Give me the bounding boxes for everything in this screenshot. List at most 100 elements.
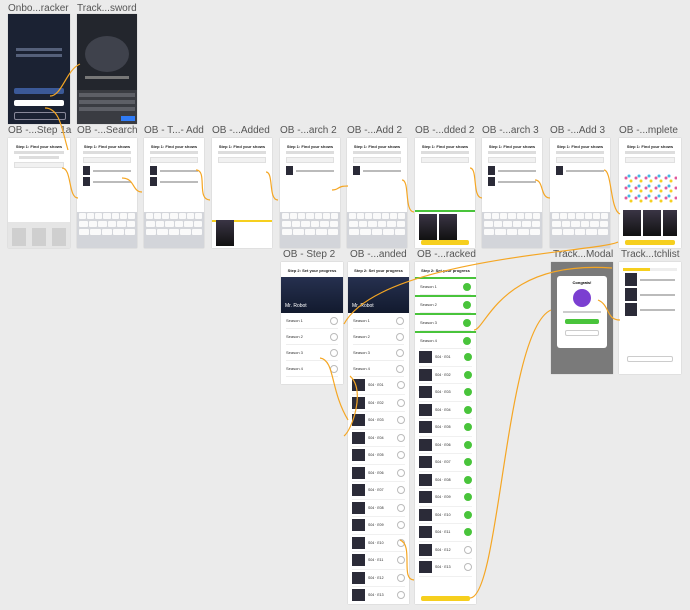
episode-check-icon[interactable] <box>397 398 405 407</box>
search-field[interactable] <box>83 157 131 163</box>
search-field[interactable] <box>150 157 198 163</box>
add-shows-button[interactable] <box>627 356 673 362</box>
episode-row[interactable]: S04 · E13 <box>419 559 472 577</box>
search-field[interactable] <box>488 157 536 163</box>
episode-check-icon[interactable] <box>397 468 405 477</box>
episode-check-icon[interactable] <box>464 493 472 502</box>
keyboard[interactable] <box>347 212 407 248</box>
season-row[interactable]: Season 2 <box>353 329 404 345</box>
episode-check-icon[interactable] <box>397 573 405 582</box>
season-row[interactable]: Season 3 <box>353 345 404 361</box>
keyboard[interactable] <box>77 212 137 248</box>
frame-ob-step2[interactable]: Step 2: Set your progress Mr. Robot Seas… <box>281 262 343 384</box>
frame-ob-complete[interactable]: Step 1: Find your shows <box>619 138 681 248</box>
search-field[interactable] <box>625 157 675 163</box>
modal-secondary-button[interactable] <box>565 330 599 336</box>
keyboard[interactable] <box>482 212 542 248</box>
episode-row[interactable]: S04 · E12 <box>352 570 405 587</box>
frame-ob-anded[interactable]: Step 2: Set your progress Mr. Robot Seas… <box>348 262 409 604</box>
episode-row[interactable]: S04 · E04 <box>419 402 472 419</box>
email-signup-button[interactable] <box>14 112 66 120</box>
season-row[interactable]: Season 1 <box>353 313 404 329</box>
episode-row[interactable]: S04 · E11 <box>352 552 405 570</box>
episode-row[interactable]: S04 · E03 <box>419 384 472 402</box>
episode-row[interactable]: S04 · E01 <box>419 349 472 367</box>
episode-check-icon[interactable] <box>464 475 472 484</box>
episode-row[interactable]: S04 · E10 <box>419 507 472 524</box>
season-row[interactable]: Season 4 <box>353 361 404 377</box>
episode-row[interactable]: S04 · E09 <box>419 489 472 507</box>
season-row[interactable]: Season 4 <box>286 361 338 377</box>
apple-signin-button[interactable] <box>14 100 64 106</box>
frame-ob-add3[interactable]: Step 1: Find your shows <box>550 138 610 248</box>
episode-row[interactable]: S04 · E11 <box>419 524 472 542</box>
episode-row[interactable]: S04 · E09 <box>352 517 405 535</box>
episode-check-icon[interactable] <box>464 563 472 572</box>
modal-primary-button[interactable] <box>565 319 599 324</box>
episode-check-icon[interactable] <box>464 423 472 432</box>
facebook-signup-button[interactable] <box>14 88 64 94</box>
season-row[interactable]: Season 3 <box>286 345 338 361</box>
episode-check-icon[interactable] <box>397 451 405 460</box>
search-field[interactable] <box>218 157 266 163</box>
episode-row[interactable]: S04 · E08 <box>419 472 472 489</box>
frame-track-watchlist[interactable] <box>619 262 681 374</box>
season-row[interactable]: Season 1 <box>286 313 338 329</box>
episode-row[interactable]: S04 · E02 <box>419 367 472 384</box>
frame-onboarding-tracker[interactable] <box>8 14 70 124</box>
episode-check-icon[interactable] <box>464 458 472 467</box>
episode-check-icon[interactable] <box>397 556 405 565</box>
episode-row[interactable]: S04 · E06 <box>419 437 472 454</box>
frame-ob-step1a[interactable]: Step 1: Find your shows <box>8 138 70 248</box>
episode-check-icon[interactable] <box>464 528 472 537</box>
keyboard[interactable] <box>280 212 340 248</box>
frame-track-modal[interactable]: Congrats! <box>551 262 613 374</box>
keyboard[interactable] <box>550 212 610 248</box>
episode-check-icon[interactable] <box>464 388 472 397</box>
season-row[interactable]: Season 2 <box>420 297 471 313</box>
frame-ob-t-add[interactable]: Step 1: Find your shows <box>144 138 204 248</box>
search-field[interactable] <box>556 157 604 163</box>
season-row[interactable]: Season 3 <box>420 315 471 331</box>
episode-check-icon[interactable] <box>397 521 405 530</box>
episode-row[interactable]: S04 · E05 <box>352 447 405 465</box>
frame-track-password[interactable] <box>77 14 137 124</box>
episode-row[interactable]: S04 · E08 <box>352 500 405 517</box>
episode-row[interactable]: S04 · E13 <box>352 587 405 604</box>
continue-button[interactable] <box>421 240 469 245</box>
frame-ob-added[interactable]: Step 1: Find your shows <box>212 138 272 248</box>
episode-check-icon[interactable] <box>397 433 405 442</box>
episode-row[interactable]: S04 · E02 <box>352 395 405 412</box>
frame-ob-racked[interactable]: Step 2: Set your progress Season 1 Seaso… <box>415 262 476 604</box>
episode-check-icon[interactable] <box>397 381 405 390</box>
episode-check-icon[interactable] <box>464 353 472 362</box>
episode-check-icon[interactable] <box>397 538 405 547</box>
episode-check-icon[interactable] <box>397 503 405 512</box>
episode-row[interactable]: S04 · E07 <box>352 482 405 500</box>
episode-check-icon[interactable] <box>464 545 472 554</box>
search-field[interactable] <box>353 157 401 163</box>
episode-row[interactable]: S04 · E05 <box>419 419 472 437</box>
episode-row[interactable]: S04 · E04 <box>352 430 405 447</box>
frame-ob-added2[interactable]: Step 1: Find your shows <box>415 138 475 248</box>
episode-row[interactable]: S04 · E12 <box>419 542 472 559</box>
season-row[interactable]: Season 2 <box>286 329 338 345</box>
season-row[interactable]: Season 4 <box>420 333 471 349</box>
frame-ob-search[interactable]: Step 1: Find your shows <box>77 138 137 248</box>
episode-check-icon[interactable] <box>464 370 472 379</box>
search-field[interactable] <box>421 157 469 163</box>
episode-check-icon[interactable] <box>464 510 472 519</box>
episode-row[interactable]: S04 · E03 <box>352 412 405 430</box>
episode-row[interactable]: S04 · E07 <box>419 454 472 472</box>
episode-row[interactable]: S04 · E10 <box>352 535 405 552</box>
season-row[interactable]: Season 1 <box>420 279 471 295</box>
search-field[interactable] <box>14 162 64 168</box>
frame-ob-search3[interactable]: Step 1: Find your shows <box>482 138 542 248</box>
episode-check-icon[interactable] <box>464 440 472 449</box>
search-field[interactable] <box>286 157 334 163</box>
episode-row[interactable]: S04 · E06 <box>352 465 405 482</box>
frame-ob-search2[interactable]: Step 1: Find your shows <box>280 138 340 248</box>
frame-ob-add2[interactable]: Step 1: Find your shows <box>347 138 407 248</box>
continue-button[interactable] <box>625 240 675 245</box>
episode-row[interactable]: S04 · E01 <box>352 377 405 395</box>
